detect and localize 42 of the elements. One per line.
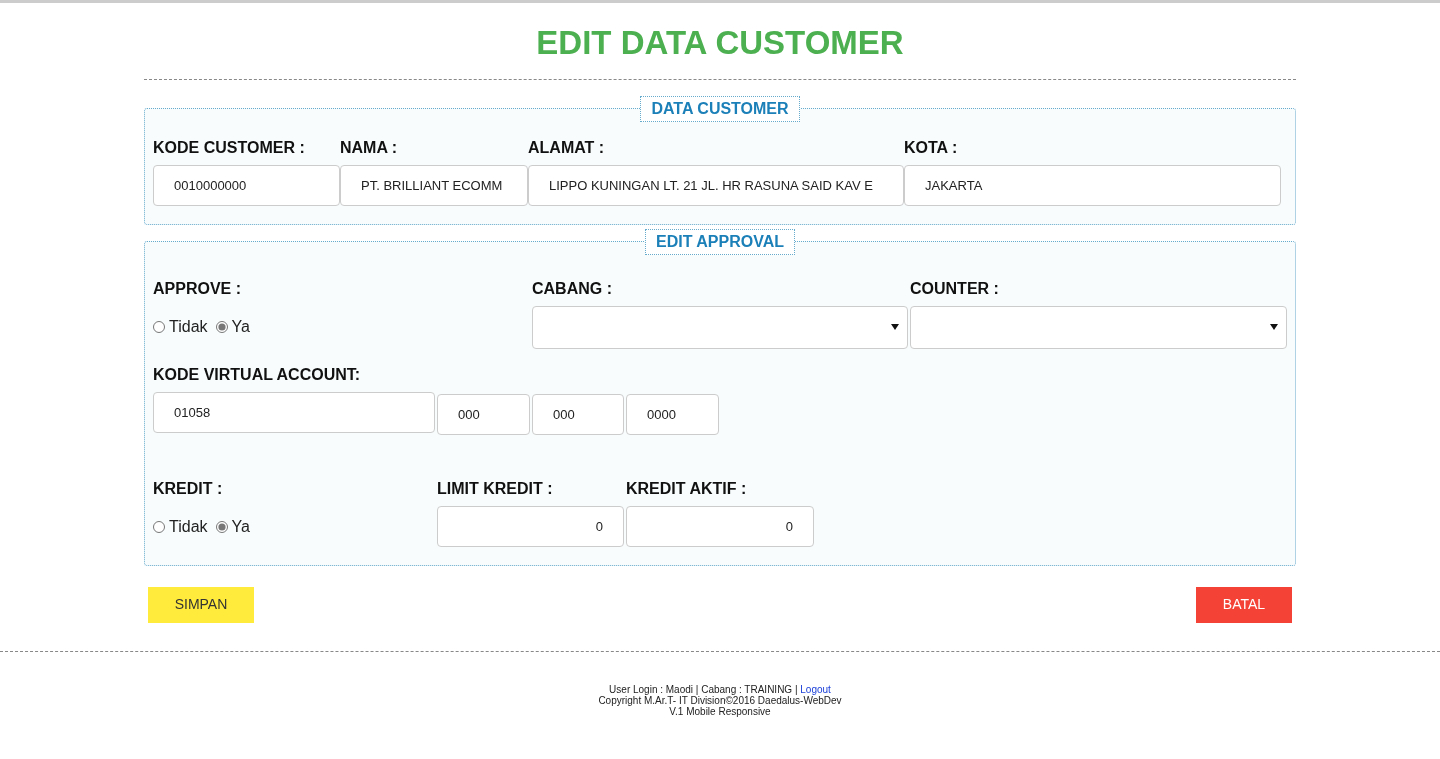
field-label: KREDIT : xyxy=(153,478,224,499)
field-label: LIMIT KREDIT : xyxy=(437,478,554,499)
section-title: EDIT APPROVAL xyxy=(645,228,795,255)
field-label: KREDIT AKTIF : xyxy=(626,478,748,499)
radio-button[interactable] xyxy=(215,520,228,533)
account-code-field[interactable]: 01058 xyxy=(153,391,435,433)
caret-icon xyxy=(1270,324,1278,331)
field-label: COUNTER : xyxy=(910,278,1000,299)
radio-label: Ya xyxy=(231,516,250,537)
cancel-button[interactable]: BATAL xyxy=(1196,586,1292,623)
field-label: NAMA : xyxy=(340,137,399,158)
footer-login-text: User Login : Maodi | Cabang : TRAINING | Logout xyxy=(608,683,832,695)
field-label: ALAMAT : xyxy=(528,137,606,158)
field-label: CABANG : xyxy=(532,278,613,299)
field-label: KOTA : xyxy=(904,137,959,158)
radio-button[interactable] xyxy=(153,320,165,333)
active-credit-field[interactable]: 0 xyxy=(626,505,814,547)
city-field[interactable]: JAKARTA xyxy=(904,164,1281,206)
account-code-field[interactable]: 0000 xyxy=(626,393,719,435)
address-field[interactable]: LIPPO KUNINGAN LT. 21 JL. HR RASUNA SAID KAV E xyxy=(528,164,904,206)
dropdown-field[interactable] xyxy=(910,305,1287,349)
credit-limit-field[interactable]: 0 xyxy=(437,505,624,547)
version-text: V.1 Mobile Responsive xyxy=(668,705,772,717)
field-label: KODE CUSTOMER : xyxy=(153,137,306,158)
page-title: EDIT DATA CUSTOMER xyxy=(535,23,905,63)
radio-label: Tidak xyxy=(169,516,208,537)
field-label: KODE VIRTUAL ACCOUNT: xyxy=(153,364,362,385)
logout-link[interactable]: Logout xyxy=(800,683,831,695)
radio-label: Tidak xyxy=(169,316,208,337)
customer-code-field[interactable]: 0010000000 xyxy=(153,164,340,206)
save-button[interactable]: SIMPAN xyxy=(148,586,254,623)
name-field[interactable]: PT. BRILLIANT ECOMM xyxy=(340,164,528,206)
dropdown-field[interactable] xyxy=(532,305,908,349)
radio-button[interactable] xyxy=(153,520,165,533)
caret-icon xyxy=(891,324,899,331)
section-title: DATA CUSTOMER xyxy=(640,95,800,122)
radio-button[interactable] xyxy=(215,320,228,333)
radio-label: Ya xyxy=(231,316,250,337)
account-code-field[interactable]: 000 xyxy=(532,393,624,435)
field-label: APPROVE : xyxy=(153,278,242,299)
account-code-field[interactable]: 000 xyxy=(437,393,530,435)
copyright-text: Copyright M.Ar.T- IT Division©2016 Daedalus-WebDev xyxy=(597,694,843,706)
